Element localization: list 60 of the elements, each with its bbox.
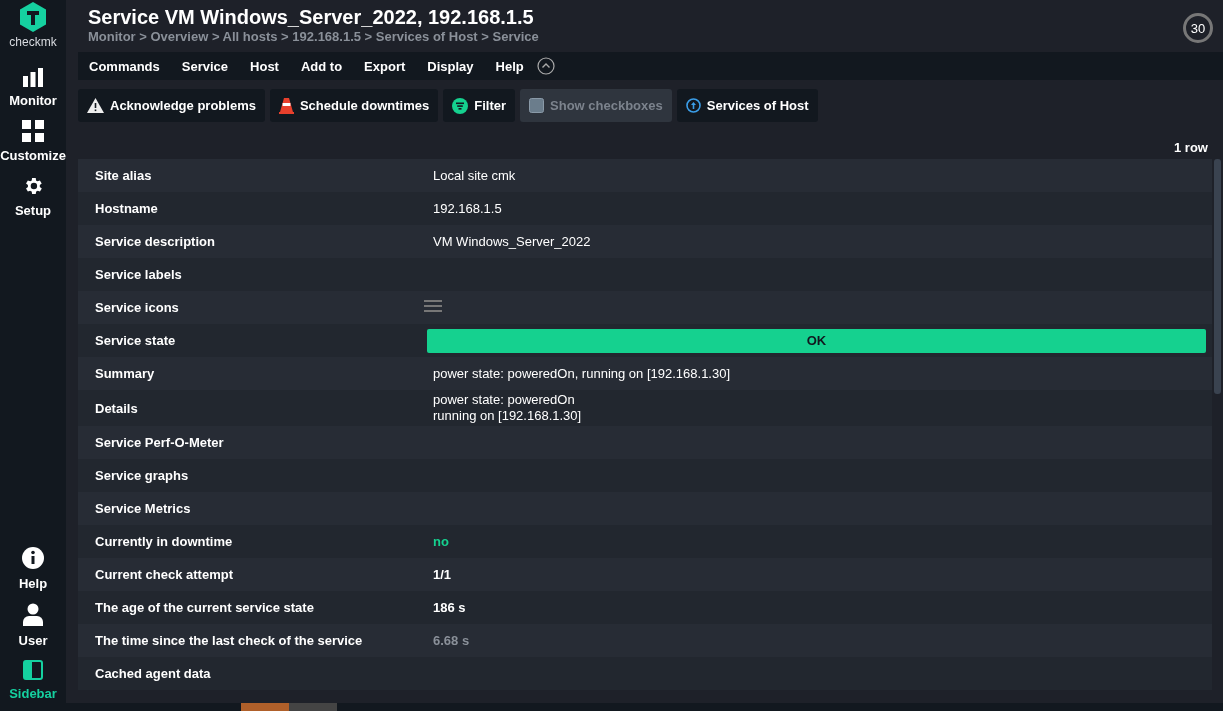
bar-chart-icon <box>22 67 44 87</box>
nav-item[interactable]: User <box>18 603 48 648</box>
nav-item[interactable]: Setup <box>14 175 52 218</box>
field-label: Details <box>94 400 139 416</box>
menu-item[interactable]: Display <box>416 58 485 74</box>
refresh-countdown[interactable]: 30 <box>1183 13 1213 43</box>
grid-icon <box>22 120 44 142</box>
sidebar-icon <box>23 660 43 680</box>
nav-item[interactable]: Customize <box>0 120 66 163</box>
menu-item[interactable]: Host <box>239 58 290 74</box>
menu-item[interactable]: Help <box>484 58 535 74</box>
field-label: Service description <box>94 234 216 249</box>
field-label: Service Perf-O-Meter <box>94 435 225 450</box>
nav-item[interactable]: Help <box>18 546 48 591</box>
filter-icon <box>452 97 469 114</box>
state-badge: OK <box>427 328 1206 353</box>
user-icon <box>22 603 44 627</box>
action-button[interactable]: Acknowledge problems <box>78 89 265 122</box>
field-label: Service icons <box>94 300 180 315</box>
field-label: Service labels <box>94 267 183 282</box>
collapse-icon[interactable] <box>536 57 555 75</box>
field-label: Hostname <box>94 201 159 216</box>
scrollbar-thumb[interactable] <box>1214 159 1221 394</box>
action-button[interactable]: Services of Host <box>676 89 818 122</box>
field-label: Current check attempt <box>94 567 234 582</box>
field-label: Currently in downtime <box>94 534 234 549</box>
field-label: Cached agent data <box>94 666 212 681</box>
logo-text: checkmk <box>9 35 57 49</box>
breadcrumb[interactable]: Monitor > Overview > All hosts > 192.168.1.5 > Services of Host > Service <box>88 29 539 44</box>
warning-icon <box>87 98 104 113</box>
field-label: Service Metrics <box>94 501 192 516</box>
field-value: VM Windows_Server_2022 <box>432 234 592 249</box>
field-value: Local site cmk <box>432 168 517 183</box>
field-label: The age of the current service state <box>94 600 315 615</box>
info-icon <box>21 546 45 570</box>
menu-item[interactable]: Add to <box>289 58 354 74</box>
row-count: 1 row <box>1174 140 1208 155</box>
field-value: power state: poweredOn, running on [192.168.1.30] <box>432 366 732 381</box>
nav-item[interactable]: Monitor <box>9 67 57 108</box>
menu-item[interactable]: Export <box>353 58 417 74</box>
action-button[interactable]: Filter <box>443 89 516 122</box>
field-label: Summary <box>94 366 156 381</box>
field-value: 1/1 <box>432 567 453 582</box>
page-title: Service VM Windows_Server_2022, 192.168.1.5 <box>88 5 535 29</box>
field-value: 186 s <box>432 600 467 615</box>
field-label: Site alias <box>94 168 153 183</box>
action-button[interactable]: Schedule downtimes <box>269 89 439 122</box>
traffic-cone-icon <box>278 97 294 114</box>
field-value: 192.168.1.5 <box>432 201 503 216</box>
field-value: no <box>432 534 450 549</box>
checkbox-icon <box>529 98 545 113</box>
menu-icon[interactable] <box>424 298 442 313</box>
nav-item[interactable]: Sidebar <box>9 660 57 701</box>
menu-item[interactable]: Commands <box>78 58 171 74</box>
field-value: power state: poweredOn running on [192.168.1.30] <box>432 391 583 425</box>
field-value: 6.68 s <box>432 633 471 648</box>
field-label: The time since the last check of the service <box>94 633 364 648</box>
field-label: Service state <box>94 333 177 348</box>
field-label: Service graphs <box>94 468 190 483</box>
menu-item[interactable]: Service <box>170 58 240 74</box>
